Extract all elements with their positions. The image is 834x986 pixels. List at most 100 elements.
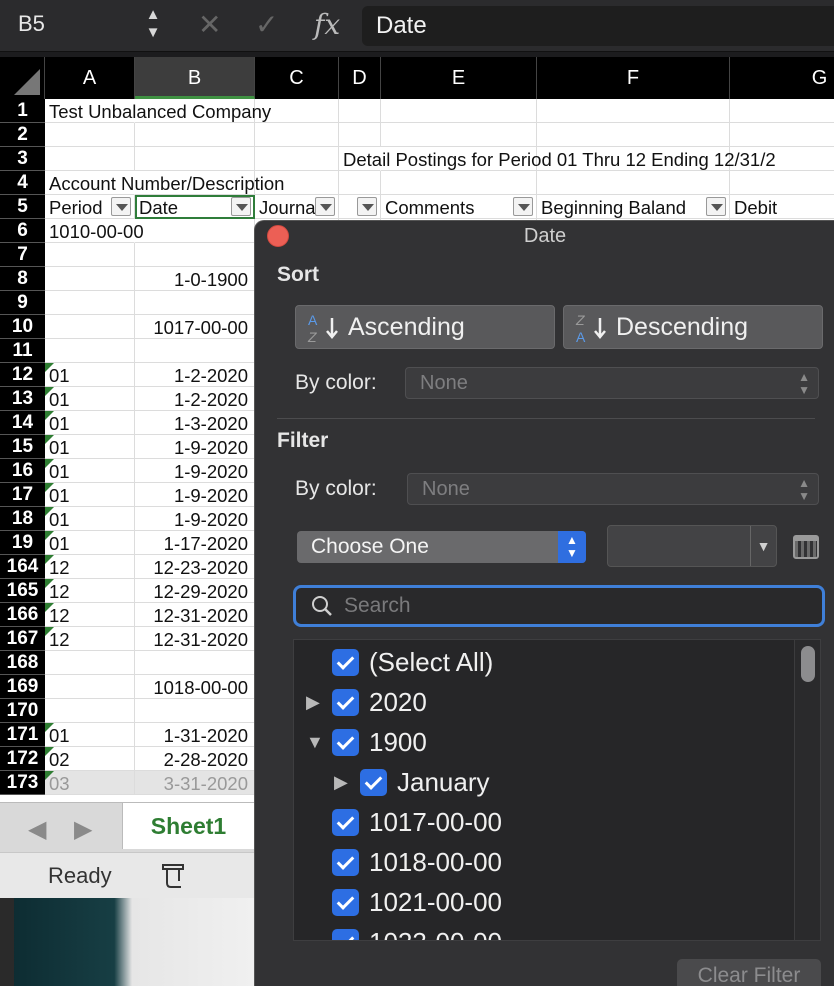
cell-f2[interactable] xyxy=(537,123,730,147)
checkmark-icon[interactable]: ✓ xyxy=(255,8,278,42)
cell-a166[interactable]: 12 xyxy=(45,603,135,627)
cell-a4[interactable]: Account Number/Description xyxy=(45,171,284,195)
row-header[interactable]: 17 xyxy=(0,483,45,507)
cell-g5[interactable]: Debit xyxy=(730,195,834,219)
cell-b8[interactable]: 1-0-1900 xyxy=(135,267,255,291)
cell-f4[interactable] xyxy=(537,171,730,195)
row-header[interactable]: 6 xyxy=(0,219,45,243)
disclosure-collapsed-icon[interactable]: ▶ xyxy=(306,682,320,722)
cell-e2[interactable] xyxy=(381,123,537,147)
chevron-down-icon[interactable]: ▼ xyxy=(750,526,776,566)
cell-b173[interactable]: 3-31-2020 xyxy=(135,771,255,795)
cell-b10[interactable]: 1017-00-00 xyxy=(135,315,255,339)
formula-input[interactable]: Date xyxy=(362,6,834,46)
cell-a12[interactable]: 01 xyxy=(45,363,135,387)
column-header-f[interactable]: F xyxy=(537,57,730,99)
cell-a8[interactable] xyxy=(45,267,135,291)
cancel-icon[interactable]: ✕ xyxy=(198,8,221,42)
cell-b169[interactable]: 1018-00-00 xyxy=(135,675,255,699)
cell-b5[interactable]: Date xyxy=(135,195,255,219)
row-header[interactable]: 2 xyxy=(0,123,45,147)
name-box-stepper-icon[interactable]: ▲ ▼ xyxy=(142,6,164,46)
filter-value-item[interactable]: 1018-00-00 xyxy=(294,842,794,882)
cell-c2[interactable] xyxy=(255,123,339,147)
cell-a170[interactable] xyxy=(45,699,135,723)
cell-e4[interactable] xyxy=(381,171,537,195)
cell-g2[interactable] xyxy=(730,123,834,147)
cell-a5[interactable]: Period xyxy=(45,195,135,219)
sort-by-color-dropdown[interactable]: None ▲ ▼ xyxy=(405,367,819,399)
cell-a171[interactable]: 01 xyxy=(45,723,135,747)
checkbox-checked-icon[interactable] xyxy=(332,849,359,876)
row-header[interactable]: 14 xyxy=(0,411,45,435)
cell-b168[interactable] xyxy=(135,651,255,675)
cell-a14[interactable]: 01 xyxy=(45,411,135,435)
filter-by-color-dropdown[interactable]: None ▲ ▼ xyxy=(407,473,819,505)
previous-sheet-icon[interactable]: ◀ xyxy=(28,815,46,844)
filter-dropdown-icon[interactable] xyxy=(357,197,377,216)
cell-c5[interactable]: Journa xyxy=(255,195,339,219)
cell-a2[interactable] xyxy=(45,123,135,147)
cell-a18[interactable]: 01 xyxy=(45,507,135,531)
row-header[interactable]: 5 xyxy=(0,195,45,219)
row-header[interactable]: 4 xyxy=(0,171,45,195)
cell-d4[interactable] xyxy=(339,171,381,195)
filter-value-item[interactable]: (Select All) xyxy=(294,642,794,682)
checkbox-checked-icon[interactable] xyxy=(332,689,359,716)
cell-a168[interactable] xyxy=(45,651,135,675)
row-header[interactable]: 11 xyxy=(0,339,45,363)
cell-d2[interactable] xyxy=(339,123,381,147)
cell-d5[interactable] xyxy=(339,195,381,219)
cell-d1[interactable] xyxy=(339,99,381,123)
filter-dropdown-icon[interactable] xyxy=(111,197,131,216)
checkbox-checked-icon[interactable] xyxy=(332,809,359,836)
row-header[interactable]: 169 xyxy=(0,675,45,699)
cell-e5[interactable]: Comments xyxy=(381,195,537,219)
macro-record-icon[interactable] xyxy=(160,863,188,889)
column-header-g[interactable]: G xyxy=(730,57,834,99)
row-header[interactable]: 168 xyxy=(0,651,45,675)
column-header-a[interactable]: A xyxy=(45,57,135,99)
row-header[interactable]: 8 xyxy=(0,267,45,291)
cell-b2[interactable] xyxy=(135,123,255,147)
cell-e1[interactable] xyxy=(381,99,537,123)
row-header[interactable]: 164 xyxy=(0,555,45,579)
row-header[interactable]: 173 xyxy=(0,771,45,795)
cell-d3[interactable]: Detail Postings for Period 01 Thru 12 En… xyxy=(339,147,776,171)
cell-b170[interactable] xyxy=(135,699,255,723)
cell-b14[interactable]: 1-3-2020 xyxy=(135,411,255,435)
cell-a3[interactable] xyxy=(45,147,135,171)
row-header[interactable]: 171 xyxy=(0,723,45,747)
condition-value-combobox[interactable]: ▼ xyxy=(607,525,777,567)
row-header[interactable]: 19 xyxy=(0,531,45,555)
column-header-c[interactable]: C xyxy=(255,57,339,99)
cell-b9[interactable] xyxy=(135,291,255,315)
sort-descending-button[interactable]: Z A Descending xyxy=(563,305,823,349)
filter-dropdown-icon[interactable] xyxy=(513,197,533,216)
condition-dropdown[interactable]: Choose One ▲ ▼ xyxy=(297,531,586,563)
row-header[interactable]: 16 xyxy=(0,459,45,483)
filter-value-item[interactable]: 1023-00-00 xyxy=(294,922,794,940)
filter-value-item[interactable]: ▶ 2020 xyxy=(294,682,794,722)
disclosure-collapsed-icon[interactable]: ▶ xyxy=(334,762,348,802)
cell-b3[interactable] xyxy=(135,147,255,171)
sheet-tab-active[interactable]: Sheet1 xyxy=(122,803,254,849)
row-header[interactable]: 12 xyxy=(0,363,45,387)
cell-f1[interactable] xyxy=(537,99,730,123)
next-sheet-icon[interactable]: ▶ xyxy=(74,815,92,844)
disclosure-expanded-icon[interactable]: ▼ xyxy=(306,722,324,762)
cell-a13[interactable]: 01 xyxy=(45,387,135,411)
checkbox-checked-icon[interactable] xyxy=(360,769,387,796)
cell-a164[interactable]: 12 xyxy=(45,555,135,579)
scrollbar-thumb[interactable] xyxy=(801,646,815,682)
row-header[interactable]: 165 xyxy=(0,579,45,603)
function-icon[interactable]: fx xyxy=(314,6,340,44)
cell-a173[interactable]: 03 xyxy=(45,771,135,795)
cell-c3[interactable] xyxy=(255,147,339,171)
checkbox-checked-icon[interactable] xyxy=(332,889,359,916)
cell-a1[interactable]: Test Unbalanced Company xyxy=(45,99,271,123)
cell-a169[interactable] xyxy=(45,675,135,699)
cell-b12[interactable]: 1-2-2020 xyxy=(135,363,255,387)
row-header[interactable]: 13 xyxy=(0,387,45,411)
filter-dropdown-icon[interactable] xyxy=(231,197,251,216)
